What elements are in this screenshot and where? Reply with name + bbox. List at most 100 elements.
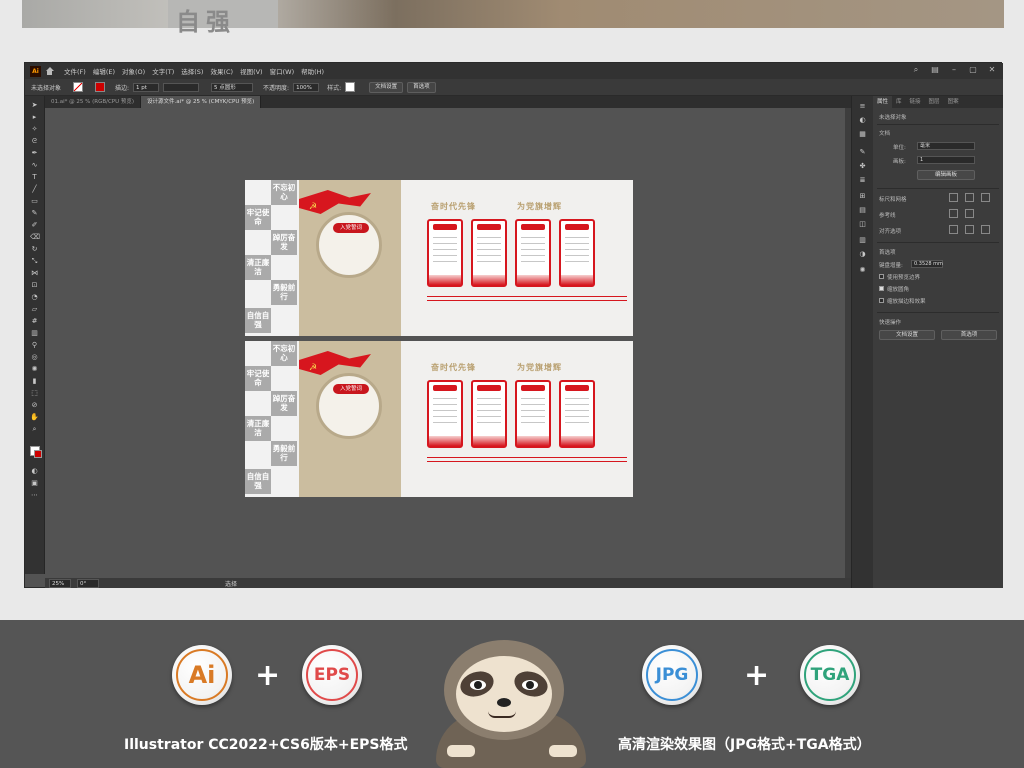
grid-icon[interactable]: [965, 193, 974, 202]
menu-window[interactable]: 窗口(W): [270, 66, 295, 76]
rotate-icon[interactable]: ↻: [30, 246, 39, 253]
preferences-button[interactable]: 首选项: [407, 81, 436, 93]
close-icon[interactable]: ✕: [987, 65, 997, 75]
menu-object[interactable]: 对象(O): [122, 66, 145, 76]
tab-layers[interactable]: 图层: [925, 96, 944, 108]
units-dropdown[interactable]: 毫米: [917, 142, 975, 150]
graph-tool-icon[interactable]: ▮: [30, 378, 39, 385]
pathfinder-panel-icon[interactable]: ◫: [858, 220, 867, 228]
menu-edit[interactable]: 编辑(E): [93, 66, 115, 76]
tab-patterns[interactable]: 图案: [944, 96, 963, 108]
lock-guides-icon[interactable]: [965, 209, 974, 218]
fill-swatch[interactable]: [73, 82, 84, 92]
artboard-tool-icon[interactable]: ⬚: [30, 390, 39, 397]
hand-tool-icon[interactable]: ✋: [30, 414, 39, 421]
properties-panel-icon[interactable]: ≡: [858, 102, 867, 110]
maximize-icon[interactable]: ▢: [968, 65, 978, 75]
display-board: [427, 219, 463, 287]
scale-corners-checkbox[interactable]: [879, 286, 884, 291]
gradient-panel-icon[interactable]: ▥: [858, 236, 867, 244]
artboard-1[interactable]: 不忘初心 牢记使命 踔厉奋发 清正廉洁 勇毅前行 自信自强 ☭ 入党誓词 奋时代…: [245, 180, 633, 336]
opacity-field[interactable]: 100%: [293, 82, 320, 92]
show-guides-icon[interactable]: [949, 209, 958, 218]
arrange-icon[interactable]: ▤: [930, 65, 940, 75]
curvature-icon[interactable]: ∿: [30, 162, 39, 169]
menu-help[interactable]: 帮助(H): [301, 66, 324, 76]
align-panel-icon[interactable]: ▤: [858, 206, 867, 214]
slice-tool-icon[interactable]: ⊘: [30, 402, 39, 409]
gradient-icon[interactable]: ▥: [30, 330, 39, 337]
snap-point-icon[interactable]: [949, 225, 958, 234]
doc-setup-button[interactable]: 文档设置: [369, 81, 404, 93]
shaper-icon[interactable]: ✐: [30, 222, 39, 229]
qa-preferences-button[interactable]: 首选项: [941, 330, 997, 340]
tab-document-1[interactable]: 01.ai* @ 25 % (RGB/CPU 预览): [45, 96, 142, 108]
menu-file[interactable]: 文件(F): [64, 66, 86, 76]
canvas-area[interactable]: 不忘初心 牢记使命 踔厉奋发 清正廉洁 勇毅前行 自信自强 ☭ 入党誓词 奋时代…: [45, 108, 851, 578]
color-panel-icon[interactable]: ◐: [858, 116, 867, 124]
stroke-panel-icon[interactable]: ≣: [858, 176, 867, 184]
home-icon[interactable]: [45, 66, 54, 76]
ruler-icon[interactable]: [949, 193, 958, 202]
eyedropper-icon[interactable]: ⚲: [30, 342, 39, 349]
mesh-icon[interactable]: #: [30, 318, 39, 325]
tab-libraries[interactable]: 库: [892, 96, 906, 108]
paintbrush-icon[interactable]: ✎: [30, 210, 39, 217]
tab-links[interactable]: 链接: [906, 96, 925, 108]
screen-mode-icon[interactable]: ▣: [30, 480, 39, 487]
style-swatch[interactable]: [345, 82, 356, 92]
scale-strokes-checkbox[interactable]: [879, 298, 884, 303]
blend-icon[interactable]: ◎: [30, 354, 39, 361]
more-tools-icon[interactable]: ⋯: [30, 492, 39, 499]
snap-glyph-icon[interactable]: [981, 225, 990, 234]
direct-selection-icon[interactable]: ▸: [30, 114, 39, 121]
free-transform-icon[interactable]: ⊡: [30, 282, 39, 289]
keyboard-increment-field[interactable]: 0.3528 mm: [911, 260, 943, 268]
artboard-dropdown[interactable]: 1: [917, 156, 975, 164]
symbols-panel-icon[interactable]: ✤: [858, 162, 867, 170]
minimize-icon[interactable]: –: [949, 65, 959, 75]
pen-tool-icon[interactable]: ✒: [30, 150, 39, 157]
type-tool-icon[interactable]: T: [30, 174, 39, 181]
menu-view[interactable]: 视图(V): [240, 66, 263, 76]
menu-type[interactable]: 文字(T): [152, 66, 174, 76]
selection-tool-icon[interactable]: ➤: [30, 102, 39, 109]
zoom-field[interactable]: 25%: [49, 578, 71, 588]
zoom-tool-icon[interactable]: ⌕: [30, 426, 39, 433]
tab-properties[interactable]: 属性: [873, 96, 893, 108]
menu-effect[interactable]: 效果(C): [210, 66, 233, 76]
artboard-2[interactable]: 不忘初心 牢记使命 踔厉奋发 清正廉洁 勇毅前行 自信自强 ☭ 入党誓词 奋时代…: [245, 341, 633, 497]
width-tool-icon[interactable]: ⋈: [30, 270, 39, 277]
line-tool-icon[interactable]: ╱: [30, 186, 39, 193]
edit-artboard-button[interactable]: 编辑画板: [917, 170, 975, 180]
brush-definition-field[interactable]: 5 点圆形: [211, 82, 254, 92]
variable-width-field[interactable]: [163, 82, 200, 92]
scale-icon[interactable]: ⤡: [30, 258, 39, 265]
hammer-sickle-icon: ☭: [309, 363, 318, 373]
stroke-swatch[interactable]: [95, 82, 106, 92]
symbol-sprayer-icon[interactable]: ✺: [30, 366, 39, 373]
magic-wand-icon[interactable]: ✧: [30, 126, 39, 133]
transparency-grid-icon[interactable]: [981, 193, 990, 202]
brushes-panel-icon[interactable]: ✎: [858, 148, 867, 156]
stroke-weight-field[interactable]: 1 pt: [133, 82, 160, 92]
lasso-icon[interactable]: ᘓ: [30, 138, 39, 145]
tab-document-2[interactable]: 设计源文件.ai* @ 25 % (CMYK/CPU 预览): [141, 96, 262, 108]
search-icon[interactable]: ⌕: [911, 65, 921, 75]
eraser-icon[interactable]: ⌫: [30, 234, 40, 241]
shape-builder-icon[interactable]: ◔: [30, 294, 39, 301]
ai-format-badge: Ai: [172, 645, 232, 705]
rotation-field[interactable]: 0°: [77, 578, 99, 588]
menu-select[interactable]: 选择(S): [181, 66, 203, 76]
transform-panel-icon[interactable]: ⊞: [858, 192, 867, 200]
stroke-color-icon[interactable]: [34, 450, 42, 458]
draw-mode-icon[interactable]: ◐: [30, 468, 39, 475]
appearance-panel-icon[interactable]: ✺: [858, 266, 867, 274]
rectangle-tool-icon[interactable]: ▭: [30, 198, 39, 205]
swatches-panel-icon[interactable]: ▦: [858, 130, 867, 138]
transparency-panel-icon[interactable]: ◑: [858, 250, 867, 258]
perspective-icon[interactable]: ▱: [30, 306, 39, 313]
qa-doc-setup-button[interactable]: 文档设置: [879, 330, 935, 340]
preview-bounds-checkbox[interactable]: [879, 274, 884, 279]
snap-pixel-icon[interactable]: [965, 225, 974, 234]
